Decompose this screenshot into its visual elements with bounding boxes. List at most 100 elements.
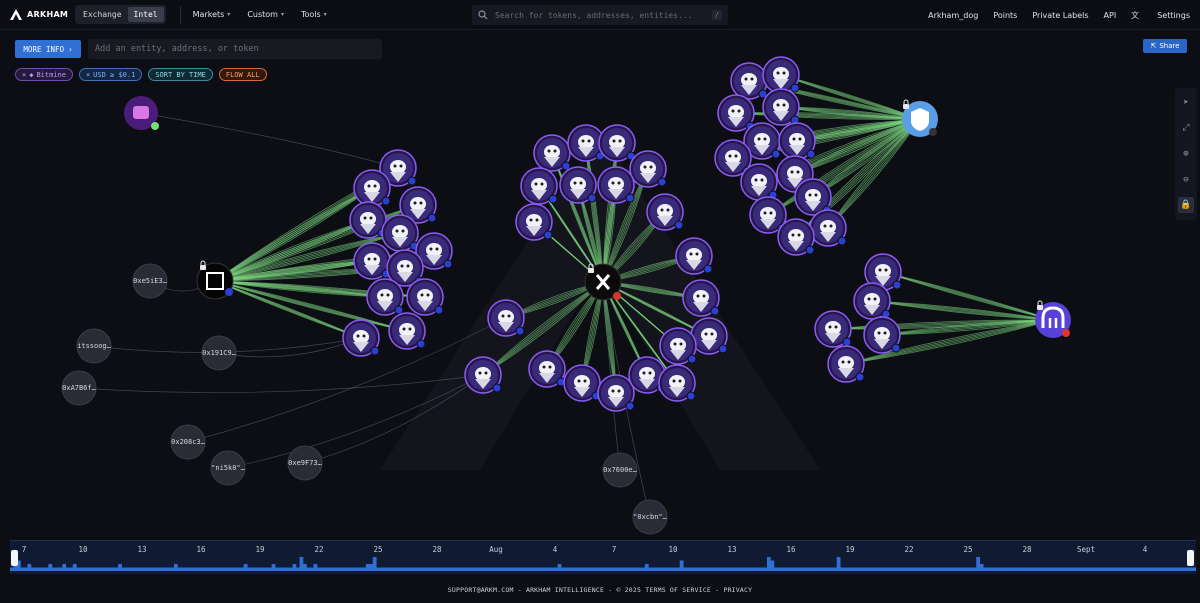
x-hub[interactable]	[584, 263, 622, 301]
okx-hub[interactable]	[196, 260, 234, 300]
bitmine-wallet-node[interactable]	[515, 203, 553, 241]
nav-user[interactable]: Arkham_dog	[928, 11, 978, 20]
nav-private-labels[interactable]: Private Labels	[1032, 11, 1088, 20]
timeline-bar	[480, 567, 485, 571]
bitmine-wallet-node[interactable]	[388, 312, 426, 350]
nav-settings[interactable]: Settings	[1157, 11, 1190, 20]
bitmine-wallet-node[interactable]	[863, 316, 901, 354]
pointer-icon[interactable]: ➤	[1178, 95, 1194, 111]
share-button[interactable]: ⇱ Share	[1143, 39, 1187, 53]
kraken-hub[interactable]	[1035, 300, 1071, 338]
value-chip-label: USD ≥ $0.1	[93, 70, 136, 79]
bitmine-wallet-node[interactable]	[682, 279, 720, 317]
address-node[interactable]: 0x7600e…	[602, 452, 638, 488]
address-node[interactable]: 0xe5iE3…	[132, 263, 168, 299]
sort-chip[interactable]: SORT BY TIME	[148, 68, 213, 81]
bitmine-wallet-node[interactable]	[646, 193, 684, 231]
address-node[interactable]: "0xcbn"…	[632, 499, 668, 535]
bitmine-wallet-node[interactable]	[353, 169, 391, 207]
value-filter-chip[interactable]: × USD ≥ $0.1	[78, 68, 143, 81]
address-node[interactable]: itssoog…	[76, 328, 112, 364]
bitmine-wallet-node[interactable]	[675, 237, 713, 275]
bitmine-wallet-node[interactable]	[659, 327, 697, 365]
mode-tab-intel[interactable]: Intel	[127, 7, 164, 22]
bitmine-wallet-node[interactable]	[814, 310, 852, 348]
remove-icon[interactable]: ×	[86, 71, 90, 79]
timeline-bar	[770, 560, 775, 571]
timeline-bar	[554, 567, 558, 571]
timeline-bar	[920, 567, 925, 571]
bitmine-wallet-node[interactable]	[349, 201, 387, 239]
timeline-bar	[1042, 567, 1047, 571]
bitmine-wallet-node[interactable]	[778, 122, 816, 160]
flow-chip[interactable]: FLOW ALL	[218, 68, 267, 81]
bitmine-wallet-node[interactable]	[777, 218, 815, 256]
address-node[interactable]: 0xA7B6f…	[61, 370, 97, 406]
bitmine-wallet-node[interactable]	[533, 134, 571, 172]
bitmine-wallet-node[interactable]	[520, 167, 558, 205]
timeline-bar	[473, 567, 478, 571]
bitmine-wallet-node[interactable]	[342, 319, 380, 357]
bitmine-wallet-node[interactable]	[559, 166, 597, 204]
entity-graph-canvas[interactable]: 0xe5iE3… itssoog… 0x191C9… 0xA7B6f… 0x208c3……	[0, 0, 1200, 540]
bitmine-wallet-node[interactable]	[827, 345, 865, 383]
zoom-out-icon[interactable]: ⊖	[1178, 172, 1194, 188]
bitmine-wallet-node[interactable]	[464, 356, 502, 394]
timeline-bar	[662, 567, 667, 571]
global-search[interactable]: Search for tokens, addresses, entities..…	[472, 5, 728, 25]
timeline-end-handle[interactable]	[1187, 550, 1194, 566]
address-node[interactable]: 0x208c3…	[170, 424, 206, 460]
bitmine-wallet-node[interactable]	[487, 299, 525, 337]
timeline-bar	[243, 564, 248, 571]
bitmine-wallet-node[interactable]	[762, 88, 800, 126]
zoom-in-icon[interactable]: ⊕	[1178, 146, 1194, 162]
nav-tools[interactable]: Tools ▾	[301, 10, 327, 19]
bitmine-wallet-node[interactable]	[563, 364, 601, 402]
bitgo-hub[interactable]	[902, 99, 938, 137]
remove-icon[interactable]: ×	[22, 71, 26, 79]
timeline-label: 19	[845, 545, 854, 554]
nav-api[interactable]: API	[1104, 11, 1117, 20]
fit-view-icon[interactable]: ⤢	[1178, 120, 1194, 136]
nav-custom[interactable]: Custom ▾	[247, 10, 284, 19]
bitmine-wallet-node[interactable]	[740, 163, 778, 201]
timeline-start-handle[interactable]	[11, 550, 18, 566]
bitmine-wallet-node[interactable]	[853, 282, 891, 320]
bitmine-wallet-node[interactable]	[762, 56, 800, 94]
bitmine-wallet-node[interactable]	[717, 94, 755, 132]
mode-tab-exchange[interactable]: Exchange	[77, 7, 128, 22]
timeline[interactable]: 7 10 13 16 19 22 25 28 Aug 4 7 10 13 16 19 22 25 28 Sept 4	[10, 540, 1196, 574]
timeline-histogram[interactable]: 7 10 13 16 19 22 25 28 Aug 4 7 10 13 16 19 22 25 28 Sept 4	[10, 541, 1196, 575]
timeline-bar	[198, 567, 203, 571]
timeline-bar	[1014, 567, 1019, 571]
timeline-bar	[372, 557, 377, 571]
bitmine-wallet-node[interactable]	[353, 242, 391, 280]
bitmine-wallet-node[interactable]	[597, 166, 635, 204]
bitmine-wallet-node[interactable]	[406, 278, 444, 316]
bitmine-wallet-node[interactable]	[597, 374, 635, 412]
bitmine-wallet-node[interactable]	[658, 364, 696, 402]
bitmine-wallet-node[interactable]	[629, 150, 667, 188]
translate-icon[interactable]: 文	[1131, 10, 1142, 21]
lock-icon[interactable]: 🔒	[1178, 197, 1194, 214]
address-node[interactable]: "ni5k0"…	[210, 450, 246, 486]
address-node[interactable]: 0xe9F73…	[287, 445, 323, 481]
entity-filter-chip[interactable]: × ◆ Bitmine	[15, 68, 73, 81]
bull-entity[interactable]	[124, 96, 159, 130]
timeline-bar	[637, 567, 642, 571]
nav-points[interactable]: Points	[993, 11, 1017, 20]
bitmine-wallet-node[interactable]	[381, 214, 419, 252]
more-info-button[interactable]: MORE INFO ›	[15, 40, 81, 58]
timeline-bar	[1154, 567, 1158, 571]
nav-markets[interactable]: Markets ▾	[193, 10, 231, 19]
bitmine-wallet-node[interactable]	[598, 124, 636, 162]
address-node[interactable]: 0x191C9…	[201, 335, 237, 371]
bitmine-wallet-node[interactable]	[528, 350, 566, 388]
divider	[179, 5, 181, 24]
bitmine-wallet-node[interactable]	[366, 278, 404, 316]
brand-logo[interactable]: ARKHAM	[0, 8, 72, 22]
timeline-bar	[236, 567, 241, 571]
bitmine-wallet-node[interactable]	[809, 209, 847, 247]
bitmine-wallet-node[interactable]	[730, 62, 768, 100]
entity-input[interactable]: Add an entity, address, or token	[88, 39, 382, 59]
